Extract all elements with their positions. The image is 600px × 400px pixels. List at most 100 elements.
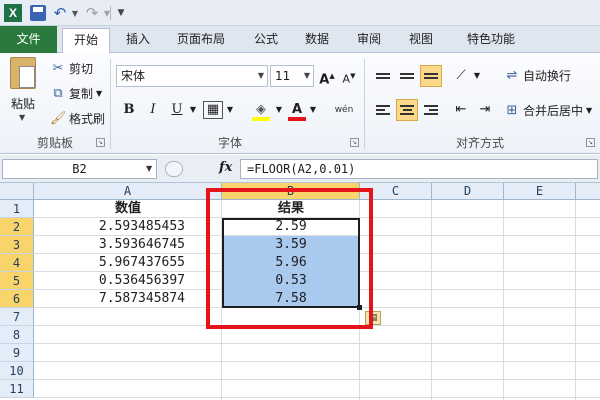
fill-color-dropdown-icon[interactable]: ▼ bbox=[274, 99, 284, 121]
underline-dropdown-icon[interactable]: ▼ bbox=[188, 99, 198, 121]
row-header-8[interactable]: 8 bbox=[0, 326, 34, 344]
fill-color-swatch bbox=[252, 117, 270, 121]
gridline bbox=[34, 397, 600, 398]
increase-indent-icon[interactable]: ⇥ bbox=[474, 99, 496, 121]
chevron-down-icon: ▼ bbox=[257, 71, 264, 80]
tab-insert[interactable]: 插入 bbox=[118, 28, 158, 52]
italic-button[interactable]: I bbox=[144, 99, 162, 121]
cell-a6[interactable]: 7.587345874 bbox=[34, 290, 189, 308]
align-top-icon[interactable] bbox=[372, 65, 394, 87]
row-header-1[interactable]: 1 bbox=[0, 200, 34, 218]
align-middle-icon[interactable] bbox=[396, 65, 418, 87]
row-header-10[interactable]: 10 bbox=[0, 362, 34, 380]
row-header-9[interactable]: 9 bbox=[0, 344, 34, 362]
copy-button[interactable]: ⧉ 复制 ▼ bbox=[50, 84, 102, 104]
tab-page-layout[interactable]: 页面布局 bbox=[170, 28, 232, 52]
paste-dropdown-icon[interactable]: ▼ bbox=[19, 113, 25, 122]
merge-center-label: 合并后居中 bbox=[523, 104, 584, 118]
borders-icon[interactable]: ▦ bbox=[203, 101, 223, 119]
gridline bbox=[34, 379, 600, 380]
font-size-select[interactable]: 11 ▼ bbox=[270, 65, 314, 87]
clipboard-group-label: 剪贴板 bbox=[36, 136, 73, 150]
cell-a5[interactable]: 0.536456397 bbox=[34, 272, 189, 290]
cut-label: 剪切 bbox=[69, 62, 94, 76]
customize-toolbar-icon[interactable]: ▼ bbox=[116, 4, 126, 22]
tab-home[interactable]: 开始 bbox=[62, 28, 110, 54]
tab-file[interactable]: 文件 bbox=[0, 26, 57, 53]
tab-special-features[interactable]: 特色功能 bbox=[453, 28, 529, 52]
row-header-6[interactable]: 6 bbox=[0, 290, 34, 308]
save-icon[interactable] bbox=[30, 5, 46, 21]
format-painter-label: 格式刷 bbox=[69, 112, 106, 126]
cut-button[interactable]: ✂ 剪切 bbox=[50, 59, 93, 79]
tab-data[interactable]: 数据 bbox=[297, 28, 337, 52]
decrease-indent-icon[interactable]: ⇤ bbox=[450, 99, 472, 121]
cell-a4[interactable]: 5.967437655 bbox=[34, 254, 189, 272]
fill-color-button[interactable]: ◈ bbox=[250, 99, 272, 121]
align-right-icon[interactable] bbox=[420, 99, 442, 121]
redo-icon[interactable]: ↷ bbox=[84, 4, 100, 22]
font-group-label: 字体 bbox=[217, 136, 242, 150]
alignment-launcher-icon[interactable]: ↘ bbox=[586, 138, 595, 147]
tab-view[interactable]: 视图 bbox=[401, 28, 441, 52]
column-header-e[interactable]: E bbox=[504, 183, 576, 200]
merge-center-button[interactable]: ⊞ 合并后居中 ▼ bbox=[504, 101, 593, 121]
phonetic-guide-icon[interactable]: wén bbox=[330, 99, 358, 121]
column-header-f[interactable] bbox=[576, 183, 600, 200]
tab-formulas[interactable]: 公式 bbox=[246, 28, 286, 52]
tab-review[interactable]: 审阅 bbox=[349, 28, 389, 52]
gridline bbox=[34, 361, 600, 362]
cell-a3[interactable]: 3.593646745 bbox=[34, 236, 189, 254]
column-header-d[interactable]: D bbox=[432, 183, 504, 200]
name-box[interactable]: B2 bbox=[2, 159, 157, 179]
underline-button[interactable]: U bbox=[168, 99, 186, 121]
format-painter-button[interactable]: 🖌 格式刷 bbox=[50, 109, 105, 129]
bold-button[interactable]: B bbox=[120, 99, 138, 121]
copy-icon: ⧉ bbox=[53, 86, 63, 101]
quick-access-toolbar: X ↶ ▼ ↷ ▼ ▼ bbox=[0, 0, 600, 26]
font-color-dropdown-icon[interactable]: ▼ bbox=[308, 99, 318, 121]
brush-icon: 🖌 bbox=[50, 111, 67, 126]
paste-icon[interactable] bbox=[10, 57, 36, 89]
paste-button[interactable]: 粘贴 bbox=[11, 95, 35, 112]
row-header-3[interactable]: 3 bbox=[0, 236, 34, 254]
formula-input[interactable]: =FLOOR(A2,0.01) bbox=[240, 159, 598, 179]
select-all-corner[interactable] bbox=[0, 183, 34, 200]
merge-dropdown-icon[interactable]: ▼ bbox=[586, 101, 592, 121]
shrink-font-button[interactable]: A▼ bbox=[340, 65, 358, 87]
align-left-icon[interactable] bbox=[372, 99, 394, 121]
wrap-text-button[interactable]: ⇌ 自动换行 bbox=[504, 66, 571, 86]
borders-dropdown-icon[interactable]: ▼ bbox=[225, 99, 235, 121]
font-color-button[interactable]: A bbox=[288, 99, 306, 121]
orientation-dropdown-icon[interactable]: ▼ bbox=[472, 65, 482, 87]
row-header-4[interactable]: 4 bbox=[0, 254, 34, 272]
column-header-a[interactable]: A bbox=[34, 183, 222, 200]
undo-dropdown-icon[interactable]: ▼ bbox=[70, 4, 80, 22]
font-name-select[interactable]: 宋体 ▼ bbox=[116, 65, 268, 87]
grow-font-button[interactable]: A▲ bbox=[318, 65, 336, 87]
orientation-icon[interactable]: ⟋ bbox=[450, 65, 472, 87]
copy-dropdown-icon[interactable]: ▼ bbox=[96, 84, 102, 104]
font-launcher-icon[interactable]: ↘ bbox=[350, 138, 359, 147]
excel-app-icon[interactable]: X bbox=[4, 4, 22, 22]
font-size-value: 11 bbox=[275, 69, 291, 83]
chevron-down-icon[interactable]: ▼ bbox=[146, 164, 152, 173]
cell-a2[interactable]: 2.593485453 bbox=[34, 218, 189, 236]
clipboard-launcher-icon[interactable]: ↘ bbox=[96, 138, 105, 147]
row-header-7[interactable]: 7 bbox=[0, 308, 34, 326]
row-header-2[interactable]: 2 bbox=[0, 218, 34, 236]
align-center-icon[interactable] bbox=[396, 99, 418, 121]
align-bottom-icon[interactable] bbox=[420, 65, 442, 87]
insert-function-icon[interactable]: fx bbox=[219, 160, 232, 175]
paint-bucket-icon: ◈ bbox=[256, 102, 266, 117]
gridline bbox=[575, 200, 576, 400]
worksheet-grid[interactable]: A B C D E 1 2 3 4 5 6 7 8 9 10 11 数值 结果 … bbox=[0, 183, 600, 400]
wrap-text-label: 自动换行 bbox=[523, 69, 572, 83]
row-header-11[interactable]: 11 bbox=[0, 380, 34, 398]
row-header-5[interactable]: 5 bbox=[0, 272, 34, 290]
chevron-down-icon: ▼ bbox=[303, 71, 310, 80]
undo-icon[interactable]: ↶ bbox=[52, 4, 68, 22]
formula-bar-splitter[interactable] bbox=[165, 161, 183, 177]
ribbon-tab-bar: 文件 开始 插入 页面布局 公式 数据 审阅 视图 特色功能 bbox=[0, 26, 600, 54]
cell-a1[interactable]: 数值 bbox=[34, 200, 222, 218]
